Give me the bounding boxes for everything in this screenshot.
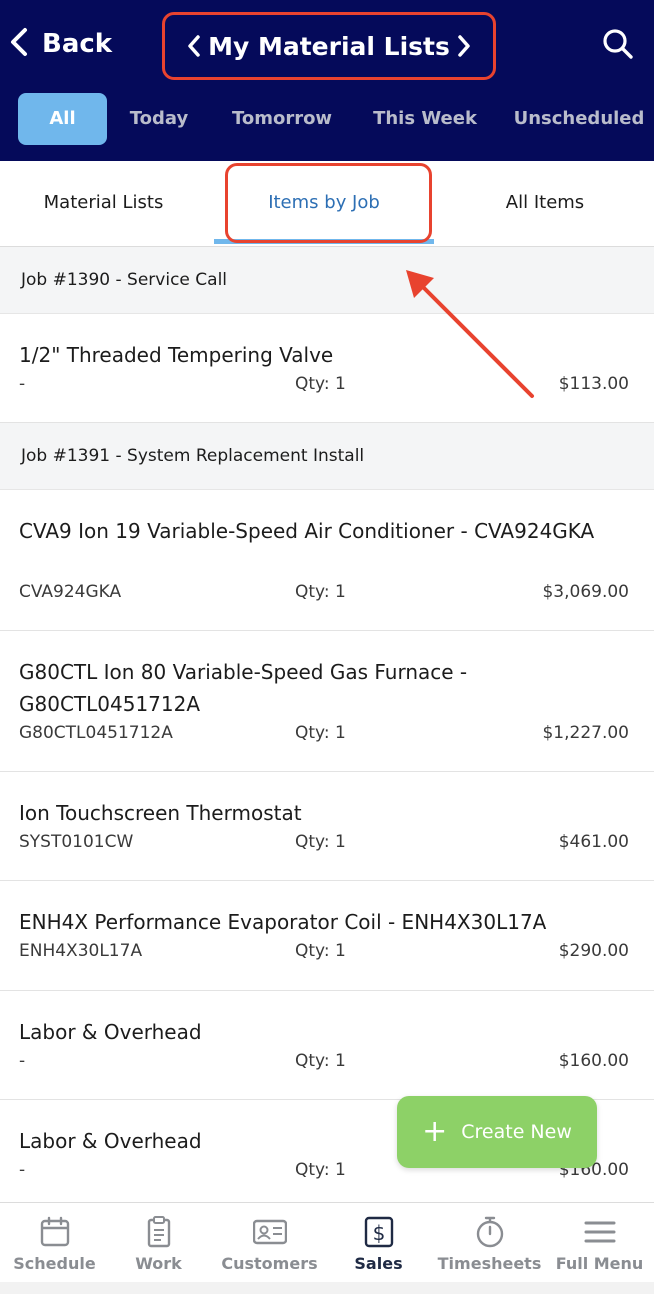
list-item[interactable]: Ion Touchscreen Thermostat SYST0101CW Qt… [0, 772, 654, 881]
filter-today[interactable]: Today [118, 93, 200, 145]
tab-items-by-job[interactable]: Items by Job [214, 161, 434, 245]
item-qty: Qty: 1 [295, 582, 346, 602]
item-qty: Qty: 1 [295, 832, 346, 852]
items-list[interactable]: Job #1390 - Service Call 1/2" Threaded T… [0, 247, 654, 1202]
job-header: Job #1390 - Service Call [0, 247, 654, 314]
id-card-icon [253, 1219, 287, 1245]
item-sku: - [19, 374, 26, 394]
back-label: Back [42, 29, 113, 59]
item-sku: SYST0101CW [19, 832, 134, 852]
item-qty: Qty: 1 [295, 723, 346, 743]
filter-this-week[interactable]: This Week [364, 93, 486, 145]
next-list-chevron-icon[interactable] [455, 33, 473, 59]
item-name: Labor & Overhead [19, 1020, 202, 1044]
item-sku: CVA924GKA [19, 582, 122, 602]
item-name: Ion Touchscreen Thermostat [19, 801, 302, 825]
previous-list-chevron-icon[interactable] [185, 33, 203, 59]
nav-label: Schedule [13, 1254, 96, 1273]
item-price: $461.00 [558, 832, 629, 852]
title-switcher: My Material Lists [162, 12, 496, 80]
chevron-left-icon [8, 27, 30, 61]
nav-label: Full Menu [555, 1254, 644, 1273]
item-qty: Qty: 1 [295, 374, 346, 394]
home-indicator-area [0, 1282, 654, 1294]
clipboard-icon [147, 1216, 171, 1248]
view-tabs: Material Lists Items by Job All Items [0, 161, 654, 247]
nav-sales[interactable]: $ Sales [324, 1203, 433, 1283]
filter-all[interactable]: All [18, 93, 107, 145]
list-item[interactable]: G80CTL Ion 80 Variable-Speed Gas Furnace… [0, 631, 654, 772]
list-item[interactable]: Labor & Overhead - Qty: 1 $160.00 [0, 991, 654, 1100]
item-name: ENH4X Performance Evaporator Coil - ENH4… [19, 910, 547, 934]
nav-label: Sales [354, 1254, 403, 1273]
item-qty: Qty: 1 [295, 941, 346, 961]
search-icon[interactable] [600, 26, 636, 62]
page-title: My Material Lists [208, 31, 450, 61]
bottom-navigation: Schedule Work Customers $ Sales Timeshee… [0, 1202, 654, 1282]
plus-icon: + [422, 1114, 448, 1149]
item-price: $160.00 [558, 1051, 629, 1071]
list-item[interactable]: CVA9 Ion 19 Variable-Speed Air Condition… [0, 490, 654, 631]
item-sku: - [19, 1160, 26, 1180]
nav-label: Work [135, 1254, 182, 1273]
job-header-label: Job #1391 - System Replacement Install [21, 446, 365, 466]
item-sku: G80CTL0451712A [19, 723, 173, 743]
item-price: $113.00 [558, 374, 629, 394]
item-qty: Qty: 1 [295, 1160, 346, 1180]
nav-work[interactable]: Work [104, 1203, 213, 1283]
date-filter-bar: All Today Tomorrow This Week Unscheduled [0, 93, 654, 145]
job-header: Job #1391 - System Replacement Install [0, 423, 654, 490]
item-sku: ENH4X30L17A [19, 941, 143, 961]
filter-unscheduled[interactable]: Unscheduled [506, 93, 652, 145]
filter-tomorrow[interactable]: Tomorrow [222, 93, 342, 145]
list-item[interactable]: ENH4X Performance Evaporator Coil - ENH4… [0, 881, 654, 991]
nav-timesheets[interactable]: Timesheets [435, 1203, 544, 1283]
app-header: Back My Material Lists All Today Tomorro… [0, 0, 654, 161]
dollar-icon: $ [364, 1216, 394, 1248]
calendar-icon [40, 1216, 70, 1247]
create-new-button[interactable]: + Create New [397, 1096, 597, 1168]
job-header-label: Job #1390 - Service Call [21, 270, 228, 290]
back-button[interactable]: Back [8, 22, 112, 66]
active-tab-indicator [214, 239, 434, 244]
stopwatch-icon [476, 1216, 504, 1248]
create-new-label: Create New [461, 1121, 572, 1143]
hamburger-icon [584, 1221, 616, 1243]
tab-all-items[interactable]: All Items [438, 161, 652, 245]
item-name: CVA9 Ion 19 Variable-Speed Air Condition… [19, 519, 595, 543]
tab-material-lists[interactable]: Material Lists [0, 161, 207, 245]
item-name: G80CTL Ion 80 Variable-Speed Gas Furnace… [19, 660, 468, 716]
nav-label: Customers [221, 1254, 318, 1273]
item-price: $3,069.00 [542, 582, 629, 602]
nav-schedule[interactable]: Schedule [0, 1203, 109, 1283]
item-price: $290.00 [558, 941, 629, 961]
nav-customers[interactable]: Customers [215, 1203, 324, 1283]
item-qty: Qty: 1 [295, 1051, 346, 1071]
list-item[interactable]: 1/2" Threaded Tempering Valve - Qty: 1 $… [0, 314, 654, 423]
item-name: 1/2" Threaded Tempering Valve [19, 343, 334, 367]
nav-full-menu[interactable]: Full Menu [545, 1203, 654, 1283]
item-price: $1,227.00 [542, 723, 629, 743]
svg-text:$: $ [373, 1221, 386, 1245]
nav-label: Timesheets [437, 1254, 542, 1273]
item-sku: - [19, 1051, 26, 1071]
